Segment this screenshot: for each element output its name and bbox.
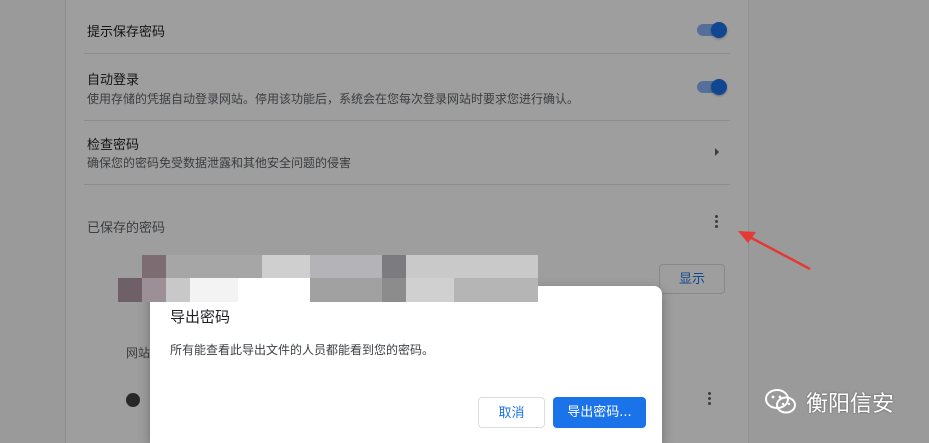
export-passwords-dialog: 导出密码 所有能查看此导出文件的人员都能看到您的密码。 取消 导出密码... <box>150 286 662 443</box>
watermark: 衡阳信安 <box>764 386 894 418</box>
wechat-icon <box>765 389 796 414</box>
dialog-body: 所有能查看此导出文件的人员都能看到您的密码。 <box>170 343 435 357</box>
cancel-button[interactable]: 取消 <box>478 397 545 428</box>
red-arrow-annotation <box>738 231 811 271</box>
export-passwords-button[interactable]: 导出密码... <box>553 397 646 428</box>
dialog-title: 导出密码 <box>170 308 231 326</box>
watermark-text: 衡阳信安 <box>806 392 895 417</box>
